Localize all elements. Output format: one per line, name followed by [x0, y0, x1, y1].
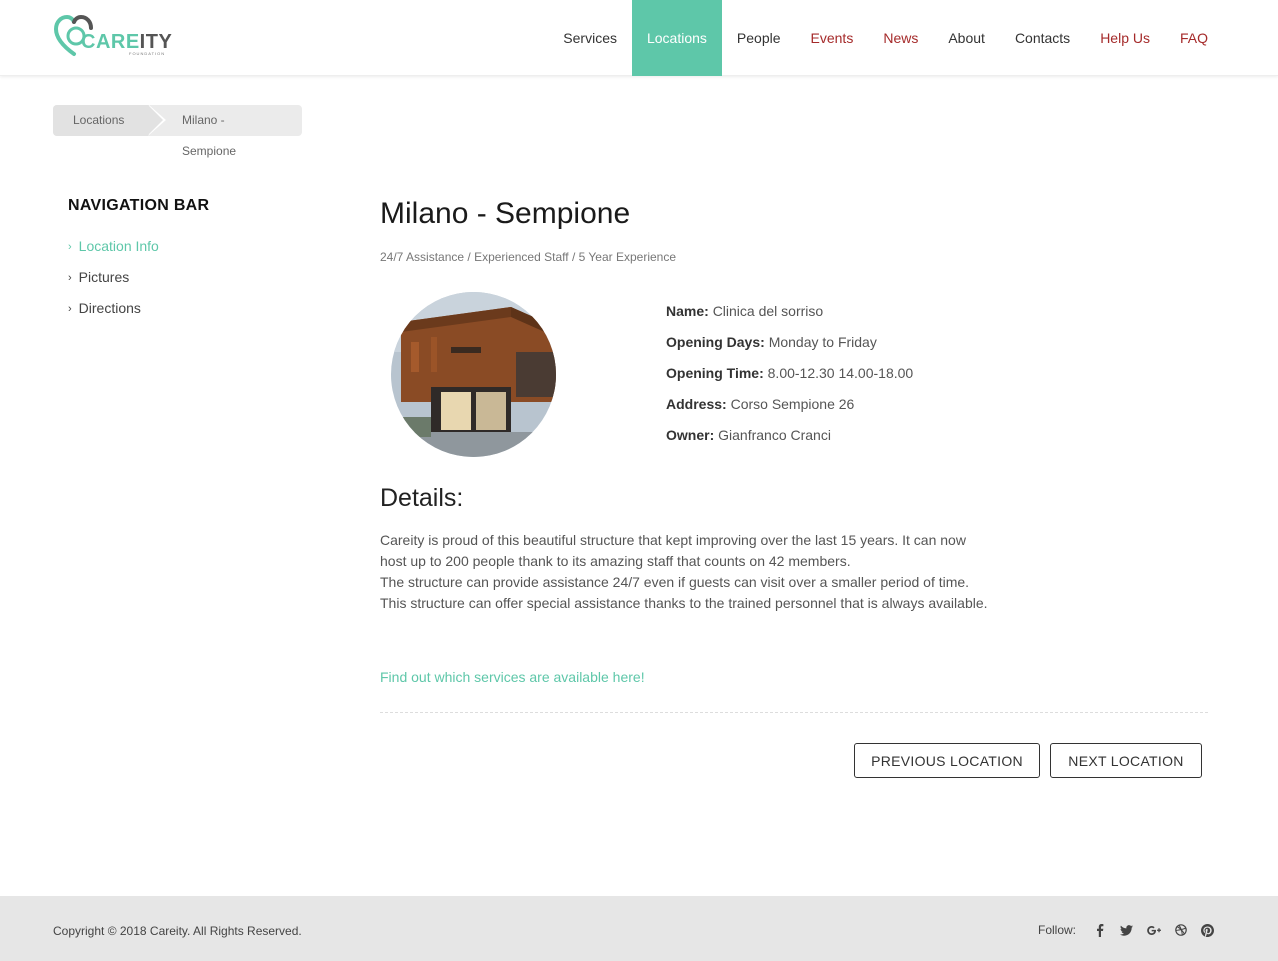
nav-contacts[interactable]: Contacts — [1000, 0, 1085, 76]
info-name: Name: Clinica del sorriso — [666, 303, 824, 319]
nav-help-us[interactable]: Help Us — [1085, 0, 1165, 76]
sidebar-item-label: Pictures — [78, 269, 130, 285]
details-text: Careity is proud of this beautiful struc… — [380, 530, 1020, 614]
next-location-button[interactable]: NEXT LOCATION — [1050, 743, 1202, 778]
details-line: The structure can provide assistance 24/… — [380, 574, 970, 590]
details-line: Careity is proud of this beautiful struc… — [380, 532, 966, 548]
info-opening-days: Opening Days: Monday to Friday — [666, 334, 877, 350]
location-photo — [391, 292, 556, 457]
nav-locations[interactable]: Locations — [631, 0, 722, 76]
divider — [380, 712, 1208, 713]
nav-services[interactable]: Services — [548, 0, 632, 76]
sidebar-title: NAVIGATION BAR — [68, 197, 210, 214]
chevron-right-icon: › — [68, 241, 72, 253]
details-line: host up to 200 people thank to its amazi… — [380, 553, 851, 569]
sidebar-item-directions[interactable]: › Directions — [68, 300, 159, 331]
twitter-icon[interactable] — [1113, 922, 1140, 938]
page-title: Milano - Sempione — [380, 197, 631, 230]
sidebar-item-location-info[interactable]: › Location Info — [68, 238, 159, 269]
sidebar-item-label: Location Info — [78, 238, 159, 254]
nav-news[interactable]: News — [868, 0, 933, 76]
chevron-right-icon: › — [68, 303, 72, 315]
nav-about[interactable]: About — [933, 0, 1000, 76]
careity-logo[interactable]: CAREITY FOUNDATION — [54, 14, 184, 58]
tag-experience: / 5 Year Experience — [571, 250, 677, 264]
info-opening-time: Opening Time: 8.00-12.30 14.00-18.00 — [666, 365, 914, 381]
follow-label: Follow: — [1037, 923, 1076, 937]
pinterest-icon[interactable] — [1194, 922, 1221, 938]
info-address: Address: Corso Sempione 26 — [666, 396, 855, 412]
dribbble-icon[interactable] — [1167, 922, 1194, 938]
breadcrumb-item-locations[interactable]: Locations — [53, 105, 163, 136]
site-header: CAREITY FOUNDATION Services Locations Pe… — [0, 0, 1278, 76]
info-owner: Owner: Gianfranco Cranci — [666, 427, 831, 443]
chevron-right-icon: › — [68, 272, 72, 284]
nav-people[interactable]: People — [722, 0, 796, 76]
breadcrumb: Locations Milano - Sempione — [53, 105, 302, 158]
tag-assistance: 24/7 Assistance — [380, 250, 465, 264]
breadcrumb-item-current: Milano - Sempione — [182, 113, 237, 158]
location-tags: 24/7 Assistance / Experienced Staff / 5 … — [380, 250, 676, 264]
sidebar-item-pictures[interactable]: › Pictures — [68, 269, 159, 300]
services-link[interactable]: Find out which services are available he… — [380, 669, 645, 685]
google-plus-icon[interactable] — [1140, 922, 1167, 938]
main-nav: Services Locations People Events News Ab… — [548, 0, 1223, 76]
copyright-text: Copyright © 2018 Careity. All Rights Res… — [53, 924, 302, 938]
details-line: This structure can offer special assista… — [380, 595, 988, 611]
location-info: Name: Clinica del sorriso Opening Days: … — [666, 303, 913, 458]
nav-faq[interactable]: FAQ — [1165, 0, 1223, 76]
logo-subtitle: FOUNDATION — [129, 51, 166, 56]
nav-events[interactable]: Events — [796, 0, 869, 76]
sidebar-nav: › Location Info › Pictures › Directions — [68, 238, 159, 331]
social-follow: Follow: — [1038, 922, 1221, 938]
sidebar-item-label: Directions — [78, 300, 141, 316]
details-heading: Details: — [380, 484, 464, 512]
tag-staff: / Experienced Staff — [467, 250, 569, 264]
site-footer: Copyright © 2018 Careity. All Rights Res… — [0, 896, 1278, 961]
facebook-icon[interactable] — [1086, 922, 1113, 938]
previous-location-button[interactable]: PREVIOUS LOCATION — [854, 743, 1040, 778]
